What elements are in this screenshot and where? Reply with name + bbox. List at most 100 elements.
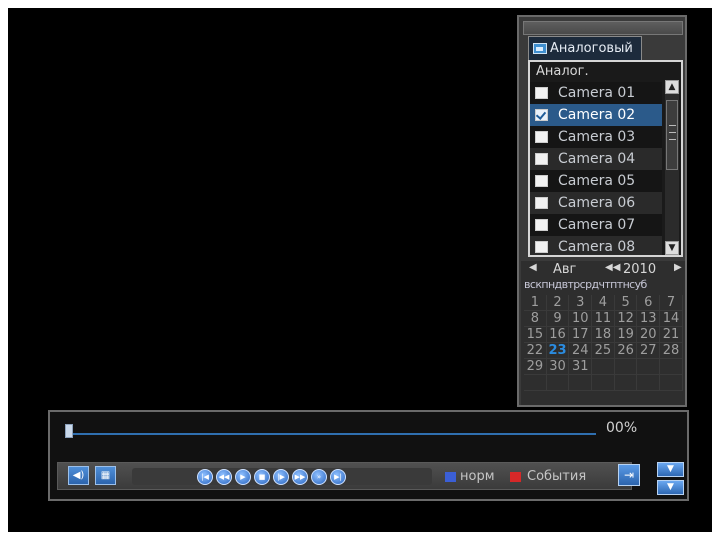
camera-label: Camera 07 — [558, 217, 636, 233]
next-month-icon[interactable]: ▶ — [674, 262, 682, 273]
camera-row[interactable]: Camera 03 — [530, 126, 662, 148]
camera-list-header: Аналог. — [536, 64, 589, 79]
collapse-panel-button[interactable]: ▼ — [657, 462, 684, 477]
calendar-day[interactable]: 1 — [524, 295, 547, 311]
progress-handle[interactable] — [65, 424, 73, 438]
legend-normal-label: норм — [460, 469, 495, 484]
rewind-icon[interactable]: ◀◀ — [216, 469, 232, 485]
playback-panel: 00% ◀) ▦ |◀ ◀◀ ▶ ■ |▶ ▶▶» ▶| норм События ⇥ ▼ … — [48, 410, 689, 501]
skip-start-icon[interactable]: |◀ — [197, 469, 213, 485]
calendar-day[interactable]: 17 — [569, 327, 593, 343]
calendar-day[interactable]: 13 — [637, 311, 661, 327]
camera-group-icon — [533, 43, 547, 54]
step-forward-icon[interactable]: |▶ — [273, 469, 289, 485]
camera-checkbox[interactable] — [535, 219, 548, 231]
camera-row[interactable]: Camera 07 — [530, 214, 662, 236]
calendar-day[interactable]: 15 — [524, 327, 547, 343]
tab-analog-label: Аналоговый — [550, 40, 633, 56]
calendar-day[interactable]: 20 — [637, 327, 661, 343]
camera-checkbox[interactable] — [535, 87, 548, 99]
calendar-day[interactable]: 23 — [546, 343, 570, 359]
calendar-empty-cell — [614, 375, 638, 391]
calendar-days: 1 2 3 4 5 6 7 8 9 10 11 12 13 14 15 16 17 18 19 20 21 22 23 24 2… — [524, 295, 683, 391]
exit-button[interactable]: ⇥ — [618, 464, 640, 486]
calendar-empty-cell — [592, 375, 615, 391]
calendar-day[interactable]: 12 — [614, 311, 638, 327]
calendar-day[interactable]: 31 — [569, 359, 593, 375]
tab-analog[interactable]: Аналоговый — [528, 36, 642, 60]
calendar-empty-cell — [660, 359, 683, 375]
calendar-day[interactable]: 30 — [546, 359, 570, 375]
camera-checkbox[interactable] — [535, 197, 548, 209]
calendar-day[interactable]: 22 — [524, 343, 547, 359]
calendar-day[interactable]: 8 — [524, 311, 547, 327]
play-icon[interactable]: ▶ — [235, 469, 251, 485]
calendar: ◀ Авг ◀◀ 2010 ▶ вскпндвтрсрдчтптнсуб 123… — [521, 261, 685, 405]
camera-checkbox[interactable] — [535, 131, 548, 143]
calendar-day[interactable]: 19 — [614, 327, 638, 343]
snapshot-icon[interactable]: ▦ — [95, 466, 116, 485]
event-record-swatch — [510, 472, 521, 482]
chevron-down-icon[interactable]: ▼ — [665, 241, 679, 255]
calendar-empty-cell — [614, 359, 638, 375]
calendar-day[interactable]: 24 — [569, 343, 593, 359]
camera-checkbox[interactable] — [535, 109, 548, 121]
calendar-empty-cell — [569, 375, 593, 391]
camera-label: Camera 05 — [558, 173, 636, 189]
progress-track[interactable] — [68, 433, 596, 435]
calendar-day[interactable]: 3 — [569, 295, 593, 311]
calendar-day[interactable]: 2 — [546, 295, 570, 311]
prev-year-icon[interactable]: ◀◀ — [605, 262, 620, 273]
calendar-day[interactable]: 11 — [592, 311, 615, 327]
calendar-day[interactable]: 29 — [524, 359, 547, 375]
legend-events-label: События — [527, 469, 587, 484]
camera-checkbox[interactable] — [535, 241, 548, 253]
calendar-day[interactable]: 27 — [637, 343, 661, 359]
calendar-header: ◀ Авг ◀◀ 2010 ▶ — [521, 262, 685, 278]
camera-row[interactable]: Camera 05 — [530, 170, 662, 192]
calendar-day[interactable]: 18 — [592, 327, 615, 343]
calendar-empty-cell — [637, 359, 661, 375]
camera-label: Camera 01 — [558, 85, 636, 101]
slow-icon[interactable]: » — [311, 469, 327, 485]
calendar-empty-cell — [546, 375, 570, 391]
camera-list-scrollbar[interactable]: ▲ ▼ — [665, 80, 679, 255]
calendar-empty-cell — [660, 375, 683, 391]
calendar-day[interactable]: 6 — [637, 295, 661, 311]
fast-forward-icon[interactable]: ▶▶ — [292, 469, 308, 485]
stop-icon[interactable]: ■ — [254, 469, 270, 485]
skip-end-icon[interactable]: ▶| — [330, 469, 346, 485]
camera-row[interactable]: Camera 06 — [530, 192, 662, 214]
calendar-day[interactable]: 10 — [569, 311, 593, 327]
calendar-day[interactable]: 9 — [546, 311, 570, 327]
camera-row[interactable]: Camera 08 — [530, 236, 662, 255]
calendar-day[interactable]: 25 — [592, 343, 615, 359]
audio-icon[interactable]: ◀) — [68, 466, 89, 485]
normal-record-swatch — [445, 472, 456, 482]
scroll-thumb[interactable] — [666, 100, 678, 170]
camera-row[interactable]: Camera 01 — [530, 82, 662, 104]
calendar-day[interactable]: 4 — [592, 295, 615, 311]
calendar-day[interactable]: 21 — [660, 327, 683, 343]
calendar-weekdays: вскпндвтрсрдчтптнсуб — [524, 278, 647, 291]
calendar-empty-cell — [637, 375, 661, 391]
camera-list: Аналог. Camera 01 Camera 02 Camera 03 Camer… — [528, 60, 683, 257]
progress-percent: 00% — [606, 420, 638, 436]
camera-row[interactable]: Camera 02 — [530, 104, 662, 126]
camera-row[interactable]: Camera 04 — [530, 148, 662, 170]
calendar-day[interactable]: 5 — [614, 295, 638, 311]
camera-label: Camera 02 — [558, 107, 636, 123]
camera-checkbox[interactable] — [535, 175, 548, 187]
calendar-day[interactable]: 14 — [660, 311, 683, 327]
calendar-year: 2010 — [623, 262, 657, 277]
hide-panel-button[interactable]: ▼ — [657, 480, 684, 495]
calendar-empty-cell — [592, 359, 615, 375]
control-bar: ◀) ▦ |◀ ◀◀ ▶ ■ |▶ ▶▶» ▶| норм События — [57, 462, 632, 490]
prev-month-icon[interactable]: ◀ — [529, 262, 537, 273]
camera-checkbox[interactable] — [535, 153, 548, 165]
calendar-day[interactable]: 16 — [546, 327, 570, 343]
calendar-day[interactable]: 7 — [660, 295, 683, 311]
calendar-day[interactable]: 28 — [660, 343, 683, 359]
calendar-day[interactable]: 26 — [614, 343, 638, 359]
chevron-up-icon[interactable]: ▲ — [665, 80, 679, 94]
